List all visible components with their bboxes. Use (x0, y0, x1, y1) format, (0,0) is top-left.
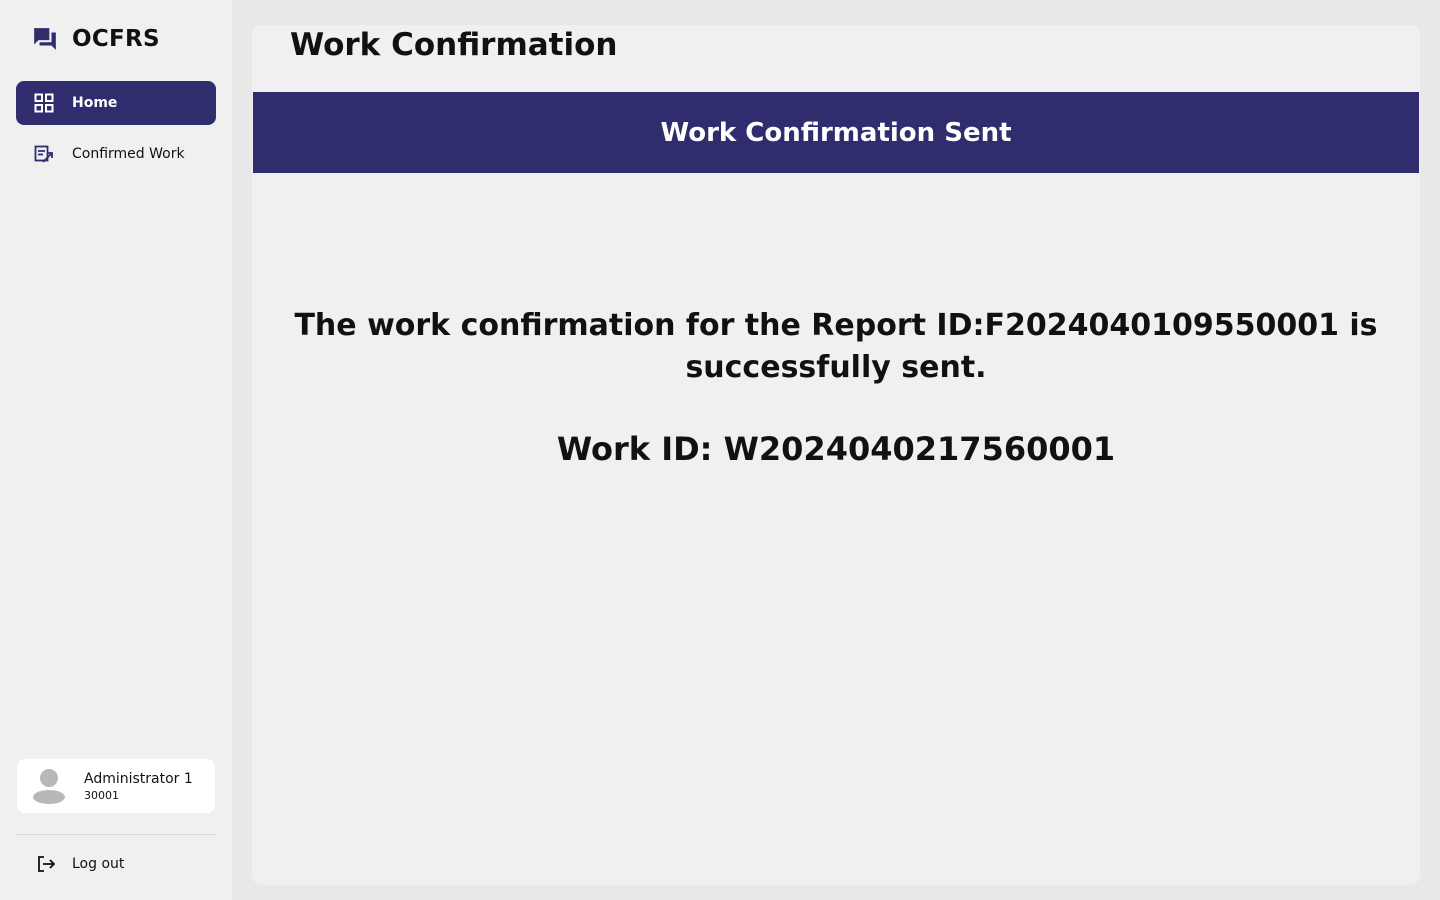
confirmation-message: The work confirmation for the Report ID:… (294, 308, 1378, 385)
brand[interactable]: OCFRS (32, 24, 160, 54)
logout-icon (36, 854, 56, 874)
logout-label: Log out (72, 856, 125, 872)
user-info: Administrator 1 30001 (84, 771, 193, 802)
user-name: Administrator 1 (84, 770, 193, 787)
page-title: Work Confirmation (290, 27, 618, 63)
main-panel: Work Confirmation Work Confirmation Sent… (252, 25, 1420, 885)
sidebar-item-home[interactable]: Home (16, 81, 216, 125)
confirmed-work-icon (34, 144, 54, 164)
avatar (32, 768, 66, 804)
chat-bubbles-icon (32, 26, 58, 52)
grid-icon (34, 93, 54, 113)
success-banner: Work Confirmation Sent (253, 92, 1419, 173)
sidebar-item-label: Confirmed Work (72, 146, 185, 162)
user-id: 30001 (84, 788, 119, 802)
logout-button[interactable]: Log out (36, 850, 124, 878)
sidebar: OCFRS Home Confirmed Work Administrator … (0, 0, 232, 900)
sidebar-item-label: Home (72, 95, 118, 111)
banner-text: Work Confirmation Sent (660, 117, 1012, 148)
user-card[interactable]: Administrator 1 30001 (17, 759, 215, 813)
sidebar-item-confirmed-work[interactable]: Confirmed Work (16, 132, 216, 176)
app-name: OCFRS (72, 26, 160, 52)
sidebar-divider (16, 834, 216, 835)
work-id: Work ID: W2024040217560001 (556, 430, 1116, 468)
